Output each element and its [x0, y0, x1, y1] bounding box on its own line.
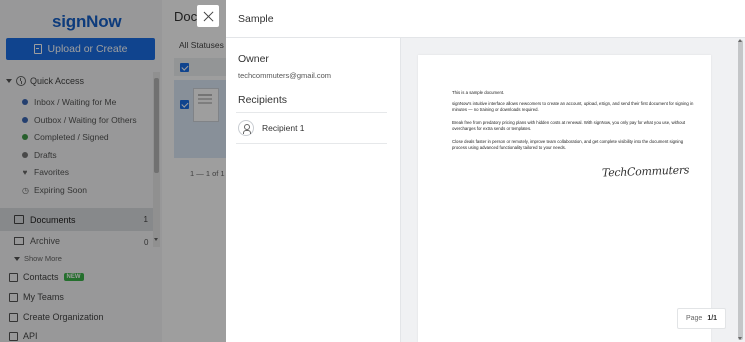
- page-label: Page: [685, 315, 703, 322]
- close-button[interactable]: [197, 5, 219, 27]
- divider: [236, 143, 387, 144]
- document-preview[interactable]: This is a sample document. signNow's int…: [401, 38, 745, 342]
- doc-paragraph: Close deals faster in person or remotely…: [452, 139, 684, 150]
- scroll-up-icon[interactable]: [738, 39, 742, 42]
- document-info-panel: Owner techcommuters@gmail.com Recipients…: [226, 38, 401, 342]
- owner-heading: Owner: [238, 53, 269, 65]
- document-page: This is a sample document. signNow's int…: [418, 55, 711, 342]
- preview-scrollbar-thumb[interactable]: [738, 40, 743, 340]
- scroll-down-icon[interactable]: [738, 337, 742, 340]
- page-number: 1/1: [707, 315, 718, 322]
- doc-paragraph: Break free from predatory pricing plans …: [452, 120, 686, 131]
- doc-paragraph: This is a sample document.: [452, 90, 505, 95]
- signature: TechCommuters: [601, 163, 690, 180]
- divider: [236, 112, 387, 113]
- recipient-item: Recipient 1: [236, 114, 387, 142]
- modal-header: Sample: [226, 0, 745, 38]
- owner-email: techcommuters@gmail.com: [238, 71, 332, 80]
- recipients-heading: Recipients: [238, 94, 288, 106]
- recipient-name: Recipient 1: [262, 123, 305, 133]
- doc-paragraph: signNow's intuitive interface allows new…: [452, 101, 694, 112]
- user-icon: [238, 120, 254, 136]
- document-preview-modal: Sample Owner techcommuters@gmail.com Rec…: [226, 0, 745, 342]
- close-icon: [203, 11, 214, 22]
- modal-title: Sample: [238, 13, 274, 25]
- page-indicator: Page 1/1: [677, 308, 726, 329]
